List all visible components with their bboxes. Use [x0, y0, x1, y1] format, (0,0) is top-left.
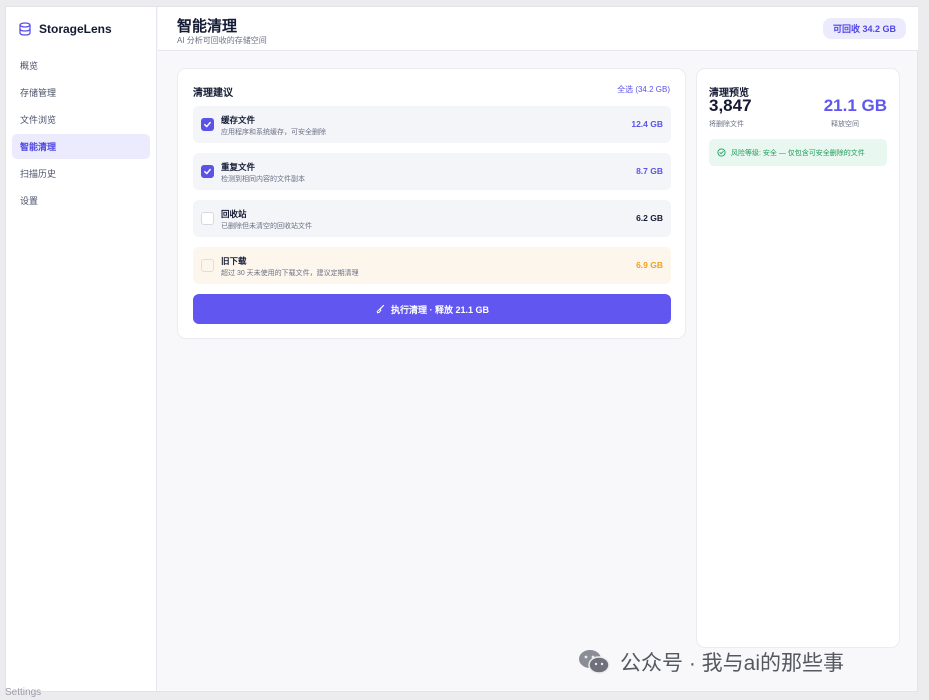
files-count: 3,847: [709, 96, 752, 115]
select-all-link[interactable]: 全选 (34.2 GB): [617, 84, 670, 95]
item-size: 12.4 GB: [631, 119, 663, 129]
item-desc: 已删除但未清空的回收站文件: [221, 223, 312, 230]
sidebar-nav: 概览 存储管理 文件浏览 智能清理 扫描历史 设置: [12, 53, 150, 215]
suggestions-title: 清理建议: [193, 88, 233, 99]
brand-name: StorageLens: [39, 22, 112, 36]
item-size: 8.7 GB: [636, 166, 663, 176]
page-title: 智能清理: [177, 18, 238, 35]
checkbox-cache[interactable]: [201, 118, 214, 131]
sidebar: StorageLens 概览 存储管理 文件浏览 智能清理 扫描历史 设置: [6, 7, 157, 691]
sidebar-item-settings[interactable]: 设置: [12, 188, 150, 213]
item-size: 6.2 GB: [636, 213, 663, 223]
app-window: StorageLens 概览 存储管理 文件浏览 智能清理 扫描历史 设置 智能…: [5, 6, 918, 692]
wechat-icon: [579, 650, 610, 674]
risk-text: 风险等级: 安全 — 仅包含可安全删除的文件: [731, 149, 865, 157]
item-size: 6.9 GB: [636, 260, 663, 270]
preview-panel: 清理预览 3,847 将删除文件 21.1 GB 释放空间 风险等级: 安全 —…: [696, 68, 900, 648]
check-circle-icon: [717, 148, 726, 157]
suggestion-item-duplicates[interactable]: 重复文件 检测到相同内容的文件副本 8.7 GB: [193, 153, 671, 190]
item-desc: 应用程序和系统缓存，可安全删除: [221, 129, 326, 136]
suggestion-item-cache[interactable]: 缓存文件 应用程序和系统缓存，可安全删除 12.4 GB: [193, 106, 671, 143]
sidebar-item-smart-clean[interactable]: 智能清理: [12, 134, 150, 159]
sidebar-item-storage[interactable]: 存储管理: [12, 80, 150, 105]
page-subtitle: AI 分析可回收的存储空间: [177, 36, 267, 45]
item-desc: 超过 30 天未使用的下载文件，建议定期清理: [221, 270, 359, 277]
database-icon: [19, 22, 31, 36]
files-count-label: 将删除文件: [709, 121, 744, 128]
sidebar-item-overview[interactable]: 概览: [12, 53, 150, 78]
space-freed: 21.1 GB: [823, 96, 887, 115]
suggestion-item-old-downloads[interactable]: 旧下载 超过 30 天未使用的下载文件，建议定期清理 6.9 GB: [193, 247, 671, 284]
watermark: 公众号 · 我与ai的那些事: [576, 647, 844, 677]
brand: StorageLens: [18, 22, 112, 36]
checkbox-old-downloads[interactable]: [201, 259, 214, 272]
suggestions-card: 清理建议 全选 (34.2 GB) 缓存文件 应用程序和系统缓存，可安全删除 1…: [177, 68, 686, 339]
item-name: 缓存文件: [221, 115, 256, 125]
item-desc: 检测到相同内容的文件副本: [221, 176, 305, 183]
watermark-text: 公众号 · 我与ai的那些事: [620, 652, 845, 675]
check-icon: [204, 121, 211, 128]
item-name: 重复文件: [221, 162, 256, 172]
checkbox-duplicates[interactable]: [201, 165, 214, 178]
broom-icon: [376, 304, 385, 314]
check-icon: [204, 168, 211, 175]
page-header: 智能清理 AI 分析可回收的存储空间 可回收 34.2 GB: [158, 7, 918, 51]
risk-notice: 风险等级: 安全 — 仅包含可安全删除的文件: [709, 139, 887, 166]
suggestion-item-recycle-bin[interactable]: 回收站 已删除但未清空的回收站文件 6.2 GB: [193, 200, 671, 237]
sidebar-item-scan-history[interactable]: 扫描历史: [12, 161, 150, 186]
run-cleanup-button[interactable]: 执行清理 · 释放 21.1 GB: [193, 294, 671, 324]
item-name: 回收站: [221, 209, 247, 219]
settings-footer: Settings: [5, 687, 42, 698]
sidebar-item-files[interactable]: 文件浏览: [12, 107, 150, 132]
run-cleanup-label: 执行清理 · 释放 21.1 GB: [390, 304, 490, 315]
item-name: 旧下载: [221, 256, 247, 266]
checkbox-recycle-bin[interactable]: [201, 212, 214, 225]
space-freed-label: 释放空间: [831, 121, 859, 128]
reclaimable-badge: 可回收 34.2 GB: [822, 18, 906, 39]
